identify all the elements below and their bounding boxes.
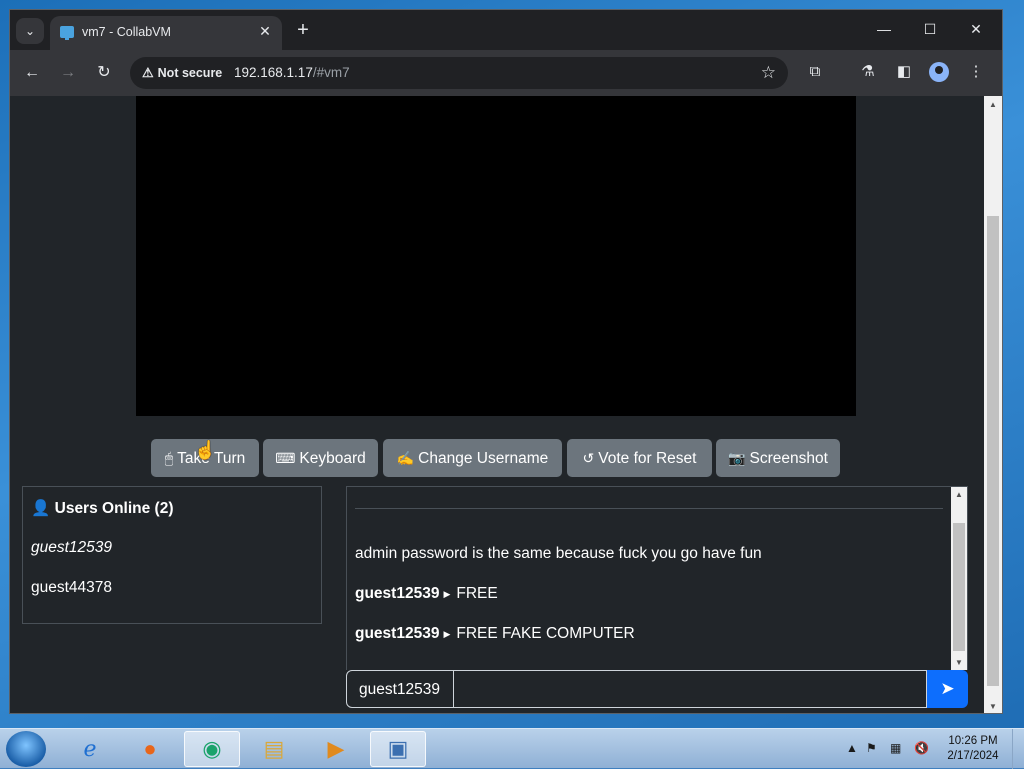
star-icon[interactable]: ☆ (761, 63, 776, 83)
change-username-label: Change Username (418, 450, 549, 467)
chat-divider (355, 508, 943, 509)
sidepanel-icon[interactable]: ◧ (893, 62, 915, 82)
user-list-item[interactable]: guest12539 (31, 539, 112, 557)
flask-icon[interactable]: ⚗ (857, 62, 879, 82)
file-explorer-icon[interactable]: ▤ (246, 731, 302, 767)
close-icon[interactable]: ✕ (256, 23, 274, 40)
arrow-right-icon[interactable]: → (56, 63, 80, 83)
edge-icon[interactable]: ◉ (184, 731, 240, 767)
chat-message-input[interactable] (453, 670, 927, 708)
new-tab-button[interactable]: + (292, 18, 314, 42)
vote-for-reset-button[interactable]: ↺ Vote for Reset (567, 439, 712, 477)
url-text: 192.168.1.17/#vm7 (234, 65, 350, 80)
vm-app-icon[interactable]: ▣ (370, 731, 426, 767)
close-window-button[interactable]: ✕ (964, 18, 988, 40)
url-host: 192.168.1.17 (234, 65, 313, 80)
users-online-header: 👤 Users Online (2) (31, 499, 174, 518)
volume-muted-icon[interactable]: 🔇 (914, 741, 929, 755)
keyboard-label: Keyboard (299, 450, 366, 467)
chat-input-group: guest12539 ➤ (346, 670, 968, 708)
clock-time: 10:26 PM (948, 735, 998, 747)
taskbar: ℯ ● ◉ ▤ ▶ ▣ ▲ ⚑ ▦ 🔇 10:26 PM 2/17/2024 (0, 728, 1024, 769)
firefox-icon[interactable]: ● (122, 731, 178, 767)
screenshot-label: Screenshot (749, 450, 828, 467)
chevron-down-icon[interactable]: ⌄ (16, 18, 44, 44)
clock[interactable]: 10:26 PM 2/17/2024 (940, 734, 1006, 764)
chat-message: guest12539 ▶ FREE FAKE COMPUTER (355, 625, 635, 643)
puzzle-icon[interactable]: ⧉ (804, 62, 826, 82)
screenshot-button[interactable]: 📷 Screenshot (716, 439, 840, 477)
change-username-button[interactable]: ✍ Change Username (383, 439, 562, 477)
chat-scrollbar[interactable]: ▲ ▼ (951, 487, 967, 670)
user-list-item[interactable]: guest44378 (31, 579, 112, 597)
users-online-title: Users Online (2) (54, 500, 174, 517)
vote-for-reset-label: Vote for Reset (598, 450, 697, 467)
tab-vm7[interactable]: vm7 - CollabVM ✕ (50, 16, 282, 50)
mouse-icon: 🖱 (164, 450, 174, 466)
page-scrollbar[interactable]: ▲ ▼ (984, 96, 1002, 713)
page-scroll-thumb[interactable] (987, 216, 999, 686)
media-player-icon[interactable]: ▶ (308, 731, 364, 767)
warning-icon: ⚠ (142, 65, 154, 80)
tray-expand-icon[interactable]: ▲ (846, 741, 858, 755)
user-icon: 👤 (31, 500, 51, 517)
arrow-left-icon[interactable]: ← (20, 63, 44, 83)
undo-icon: ↺ (582, 450, 595, 466)
paper-plane-icon: ➤ (940, 679, 955, 698)
tab-strip: ⌄ vm7 - CollabVM ✕ + — ☐ ✕ (10, 10, 1002, 50)
keyboard-icon: ⌨ (275, 450, 296, 466)
camera-icon: 📷 (728, 450, 746, 466)
caret-right-icon: ▶ (443, 589, 451, 599)
start-button[interactable] (6, 731, 46, 767)
scroll-up-icon[interactable]: ▲ (984, 100, 1002, 109)
users-online-panel: 👤 Users Online (2) guest12539 guest44378 (22, 486, 322, 624)
network-icon[interactable]: ▦ (890, 741, 901, 755)
vm-display[interactable] (136, 96, 856, 416)
scroll-down-icon[interactable]: ▼ (951, 658, 967, 667)
keyboard-button[interactable]: ⌨ Keyboard (263, 439, 378, 477)
show-desktop-button[interactable] (1012, 729, 1024, 769)
page-content: 🖱 Take Turn ⌨ Keyboard ✍ Change Username ↺ V… (10, 96, 984, 713)
chat-log[interactable]: admin password is the same because fuck … (346, 486, 968, 670)
kebab-menu-icon[interactable]: ⋮ (965, 62, 987, 82)
send-button[interactable]: ➤ (927, 670, 968, 708)
chat-message-user[interactable]: guest12539 (355, 625, 439, 642)
chat-message: guest12539 ▶ FREE (355, 585, 498, 603)
scroll-down-icon[interactable]: ▼ (984, 702, 1002, 711)
chat-message-text: admin password is the same because fuck … (355, 545, 762, 562)
caret-right-icon: ▶ (443, 629, 451, 639)
scroll-up-icon[interactable]: ▲ (951, 490, 967, 499)
tab-title: vm7 - CollabVM (82, 25, 171, 39)
chat-scroll-thumb[interactable] (953, 523, 965, 651)
clock-date: 2/17/2024 (947, 750, 999, 762)
maximize-button[interactable]: ☐ (918, 18, 942, 40)
minimize-button[interactable]: — (872, 18, 896, 40)
security-indicator[interactable]: ⚠ Not secure (138, 62, 230, 84)
browser-window: ⌄ vm7 - CollabVM ✕ + — ☐ ✕ ← → ↻ ⚠ Not se… (9, 9, 1003, 714)
profile-icon[interactable] (929, 62, 949, 82)
signature-icon: ✍ (396, 450, 415, 466)
flag-icon[interactable]: ⚑ (866, 741, 877, 755)
chat-message-text: FREE FAKE COMPUTER (456, 625, 635, 642)
internet-explorer-icon[interactable]: ℯ (62, 731, 118, 767)
chat-message: admin password is the same because fuck … (355, 545, 762, 563)
chat-message-text: FREE (456, 585, 498, 602)
url-path: /#vm7 (312, 65, 350, 80)
chat-message-user[interactable]: guest12539 (355, 585, 439, 602)
mouse-pointer-icon: ☝ (194, 440, 217, 460)
chat-username: guest12539 (346, 670, 454, 708)
browser-toolbar: ← → ↻ ⚠ Not secure 192.168.1.17/#vm7 ☆ ⧉ … (10, 50, 1002, 96)
reload-icon[interactable]: ↻ (92, 63, 116, 83)
address-bar[interactable]: ⚠ Not secure 192.168.1.17/#vm7 ☆ (130, 57, 788, 89)
monitor-icon (60, 26, 74, 40)
security-label: Not secure (157, 66, 223, 80)
